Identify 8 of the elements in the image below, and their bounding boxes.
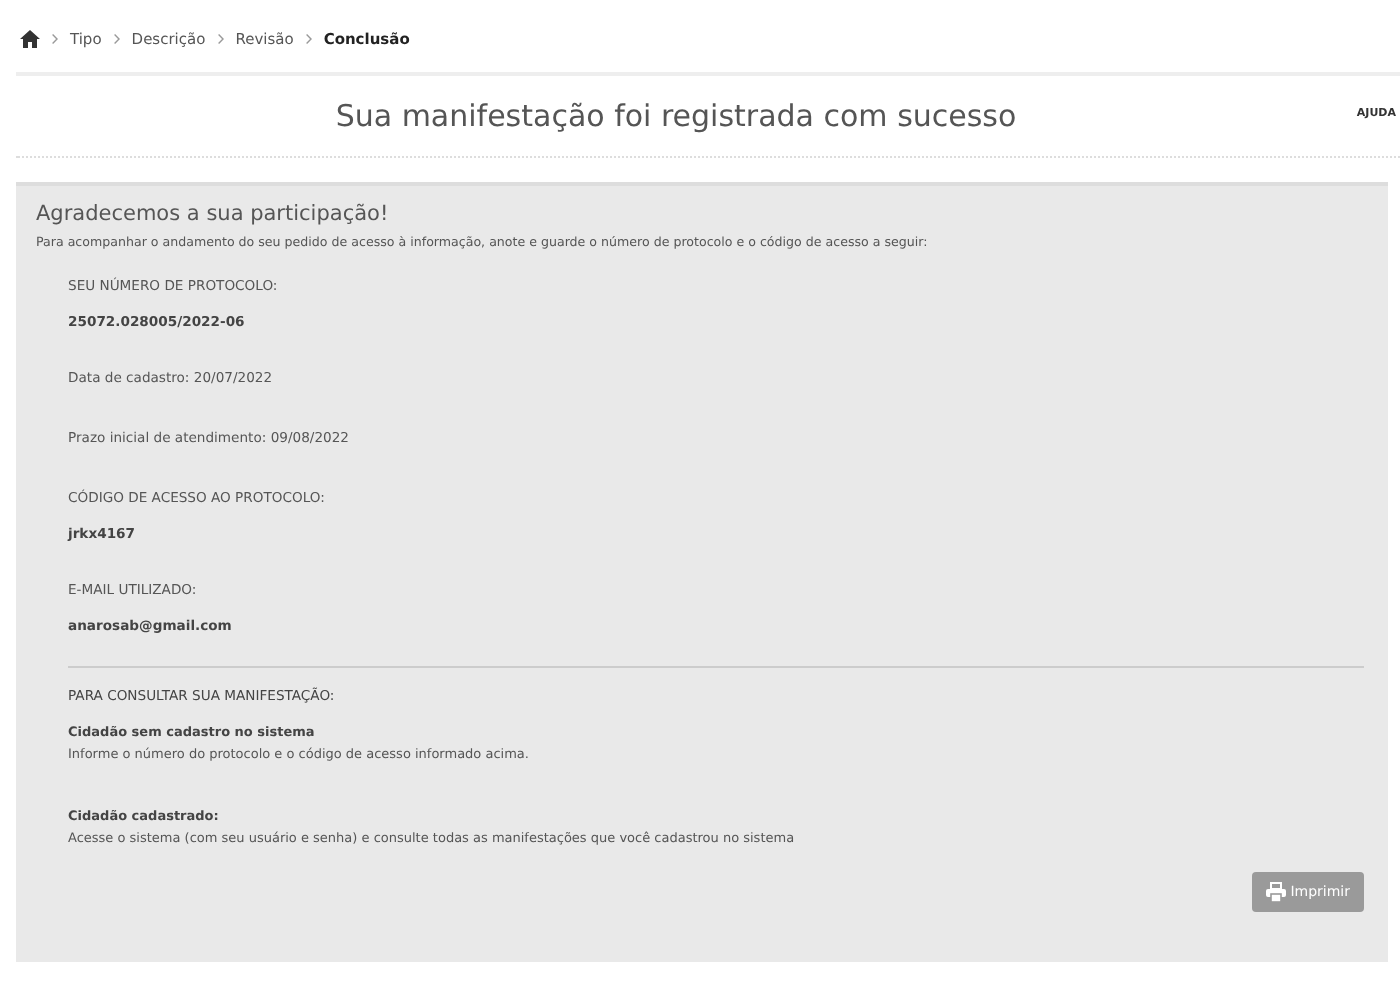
chevron-icon — [217, 33, 224, 43]
chevron-icon — [52, 33, 58, 43]
chevron-icon — [305, 33, 312, 43]
chevron-icon — [113, 33, 120, 43]
printer-icon — [1266, 882, 1287, 902]
page-title: Sua manifestação foi registrada com sucesso — [335, 98, 1017, 134]
thanks-heading: Agradecemos a sua participação! — [36, 202, 391, 226]
home-icon[interactable] — [20, 29, 40, 47]
